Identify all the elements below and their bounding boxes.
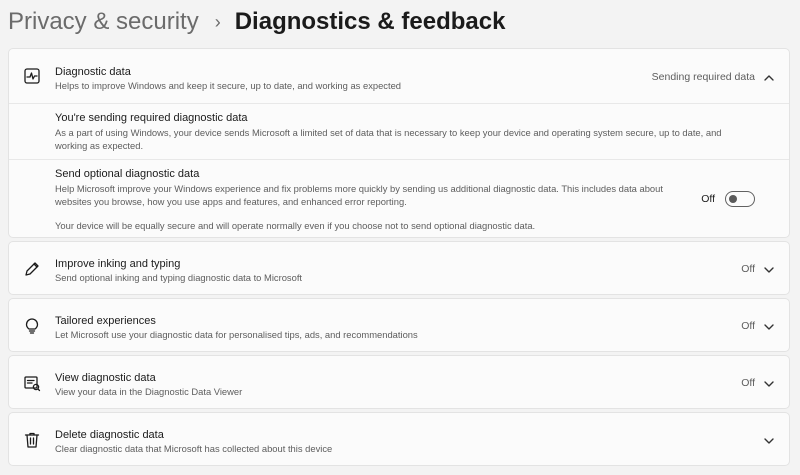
chevron-down-icon[interactable] — [763, 263, 775, 275]
trash-icon — [23, 431, 41, 449]
required-data-title: You're sending required diagnostic data — [55, 112, 248, 124]
inking-typing-title: Improve inking and typing — [55, 258, 181, 270]
required-data-section: You're sending required diagnostic data … — [9, 104, 789, 159]
chevron-down-icon[interactable] — [763, 434, 775, 446]
tailored-experiences-title: Tailored experiences — [55, 315, 156, 327]
optional-data-note: Your device will be equally secure and w… — [55, 220, 536, 231]
pulse-icon — [23, 67, 41, 85]
breadcrumb: Privacy & security › Diagnostics & feedb… — [8, 6, 505, 38]
tailored-experiences-card[interactable]: Tailored experiences Let Microsoft use y… — [8, 298, 790, 352]
data-viewer-icon — [23, 374, 41, 392]
diagnostic-data-description: Helps to improve Windows and keep it sec… — [55, 80, 402, 91]
view-diagnostic-data-card[interactable]: View diagnostic data View your data in t… — [8, 355, 790, 409]
breadcrumb-separator: › — [214, 11, 221, 32]
lightbulb-icon — [23, 317, 41, 335]
page-title: Diagnostics & feedback — [234, 8, 506, 35]
diagnostic-data-title: Diagnostic data — [55, 66, 131, 78]
delete-diagnostic-data-title: Delete diagnostic data — [55, 429, 164, 441]
delete-diagnostic-data-card[interactable]: Delete diagnostic data Clear diagnostic … — [8, 412, 790, 466]
optional-data-toggle-label: Off — [701, 193, 715, 205]
breadcrumb-parent[interactable]: Privacy & security — [8, 8, 199, 36]
pen-icon — [23, 260, 41, 278]
tailored-experiences-description: Let Microsoft use your diagnostic data f… — [55, 329, 418, 340]
view-diagnostic-data-title: View diagnostic data — [55, 372, 156, 384]
required-data-description: As a part of using Windows, your device … — [55, 127, 722, 151]
optional-data-toggle[interactable] — [725, 191, 755, 207]
inking-typing-description: Send optional inking and typing diagnost… — [55, 272, 303, 283]
chevron-down-icon[interactable] — [763, 320, 775, 332]
optional-data-section: Send optional diagnostic data Help Micro… — [9, 160, 789, 238]
tailored-experiences-status: Off — [741, 320, 755, 332]
view-diagnostic-data-description: View your data in the Diagnostic Data Vi… — [55, 386, 243, 397]
diagnostic-data-card: Diagnostic data Helps to improve Windows… — [8, 48, 790, 238]
chevron-down-icon[interactable] — [763, 377, 775, 389]
diagnostic-data-status: Sending required data — [651, 71, 755, 83]
diagnostic-data-header[interactable]: Diagnostic data Helps to improve Windows… — [9, 49, 789, 103]
inking-typing-card[interactable]: Improve inking and typing Send optional … — [8, 241, 790, 295]
view-diagnostic-data-status: Off — [741, 377, 755, 389]
inking-typing-status: Off — [741, 263, 755, 275]
delete-diagnostic-data-description: Clear diagnostic data that Microsoft has… — [55, 443, 333, 454]
toggle-knob — [729, 195, 737, 203]
optional-data-title: Send optional diagnostic data — [55, 168, 200, 180]
optional-data-description: Help Microsoft improve your Windows expe… — [55, 183, 663, 207]
chevron-up-icon[interactable] — [763, 71, 775, 83]
